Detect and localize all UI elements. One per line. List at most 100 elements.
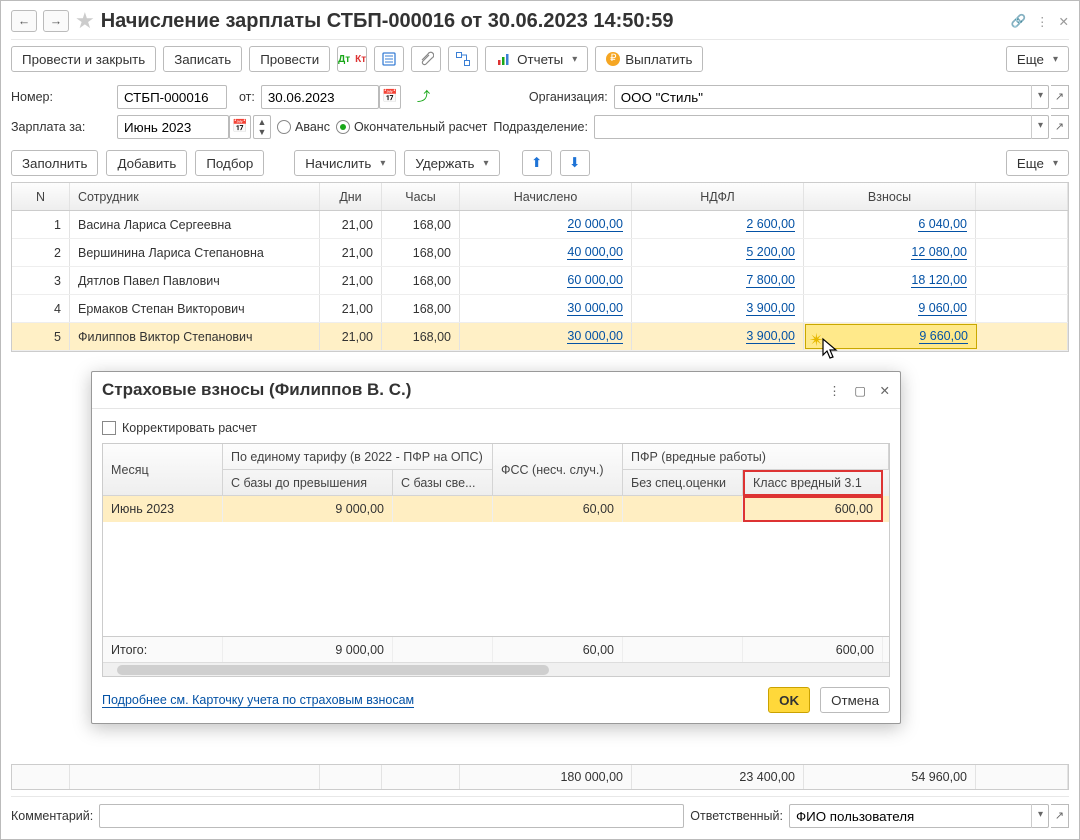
insurance-popup: Страховые взносы (Филиппов В. С.) ⋮ ▢ ✕ … — [91, 371, 901, 724]
ok-button[interactable]: OK — [768, 687, 810, 713]
table-more-dropdown[interactable]: Еще — [1006, 150, 1069, 176]
cell-base2 — [393, 496, 493, 522]
period-stepper[interactable]: ▲▼ — [253, 115, 271, 139]
responsible-open-button[interactable]: ↗ — [1051, 804, 1069, 828]
popup-separator — [92, 408, 900, 409]
registers-icon[interactable] — [374, 46, 404, 72]
dept-label: Подразделение: — [493, 120, 588, 134]
fill-button[interactable]: Заполнить — [11, 150, 98, 176]
reports-dropdown[interactable]: Отчеты — [485, 46, 588, 72]
cancel-button[interactable]: Отмена — [820, 687, 890, 713]
popup-scrollbar[interactable] — [103, 662, 889, 676]
insurance-row[interactable]: Июнь 2023 9 000,00 60,00 600,00 — [103, 496, 889, 522]
total-accrued: 180 000,00 — [460, 765, 632, 789]
ih-base1[interactable]: С базы до превышения — [223, 470, 393, 496]
more-dropdown[interactable]: Еще — [1006, 46, 1069, 72]
insurance-footer: Итого: 9 000,00 60,00 600,00 — [103, 636, 889, 662]
related-icon[interactable] — [448, 46, 478, 72]
ih-uniform[interactable]: По единому тарифу (в 2022 - ПФР на ОПС) — [223, 444, 493, 470]
org-open-button[interactable]: ↗ — [1051, 85, 1069, 109]
withhold-dropdown[interactable]: Удержать — [404, 150, 499, 176]
move-up-button[interactable]: ⬆ — [522, 150, 552, 176]
post-button[interactable]: Провести — [249, 46, 330, 72]
ih-pfr-a[interactable]: Без спец.оценки — [623, 470, 743, 496]
ih-pfr[interactable]: ПФР (вредные работы) — [623, 444, 889, 470]
number-field[interactable] — [117, 85, 227, 109]
form-fields: Номер: от: 📅 ⤴ Организация: ▾ ↗ Зарплата… — [11, 82, 1069, 142]
table-row[interactable]: 1Васина Лариса Сергеевна21,00168,0020 00… — [12, 211, 1068, 239]
responsible-dropdown-handle[interactable]: ▾ — [1031, 804, 1049, 828]
separator — [11, 39, 1069, 40]
col-hours[interactable]: Часы — [382, 183, 460, 210]
accrue-dropdown[interactable]: Начислить — [294, 150, 396, 176]
col-employee[interactable]: Сотрудник — [70, 183, 320, 210]
cell-pfr-a — [623, 496, 743, 522]
table-row[interactable]: 4Ермаков Степан Викторович21,00168,0030 … — [12, 295, 1068, 323]
popup-title: Страховые взносы (Филиппов В. С.) — [102, 380, 818, 400]
dept-dropdown-handle[interactable]: ▾ — [1031, 115, 1049, 139]
table-row[interactable]: 2Вершинина Лариса Степановна21,00168,004… — [12, 239, 1068, 267]
total-fees: 54 960,00 — [804, 765, 976, 789]
ih-month[interactable]: Месяц — [103, 444, 223, 496]
responsible-field[interactable] — [789, 804, 1049, 828]
popup-maximize-icon[interactable]: ▢ — [854, 384, 866, 398]
page-title: Начисление зарплаты СТБП-000016 от 30.06… — [101, 10, 1005, 33]
correct-label: Корректировать расчет — [122, 421, 257, 435]
responsible-label: Ответственный: — [690, 809, 783, 823]
ih-base2[interactable]: С базы све... — [393, 470, 493, 496]
radio-advance[interactable]: Аванс — [277, 120, 330, 134]
ih-fss[interactable]: ФСС (несч. случ.) — [493, 444, 623, 496]
table-row[interactable]: 3Дятлов Павел Павлович21,00168,0060 000,… — [12, 267, 1068, 295]
add-button[interactable]: Добавить — [106, 150, 187, 176]
table-toolbar: Заполнить Добавить Подбор Начислить Удер… — [11, 150, 1069, 176]
details-link[interactable]: Подробнее см. Карточку учета по страховы… — [102, 693, 414, 708]
popup-close-icon[interactable]: ✕ — [880, 384, 890, 398]
table-body: 1Васина Лариса Сергеевна21,00168,0020 00… — [12, 211, 1068, 351]
close-icon[interactable]: ✕ — [1059, 14, 1069, 29]
nav-forward-button[interactable]: → — [43, 10, 69, 32]
table-row[interactable]: 5Филиппов Виктор Степанович21,00168,0030… — [12, 323, 1068, 351]
from-label: от: — [239, 90, 255, 104]
cell-pfr-b: 600,00 — [743, 496, 883, 522]
favorite-icon[interactable]: ★ — [75, 8, 95, 34]
comment-field[interactable] — [99, 804, 684, 828]
pay-button[interactable]: ₽ Выплатить — [595, 46, 703, 72]
link-icon[interactable]: 🔗 — [1010, 14, 1026, 29]
col-ndfl[interactable]: НДФЛ — [632, 183, 804, 210]
foot-pfr-b: 600,00 — [743, 637, 883, 662]
salary-for-field[interactable] — [117, 115, 229, 139]
date-field[interactable] — [261, 85, 379, 109]
main-window: ← → ★ Начисление зарплаты СТБП-000016 от… — [0, 0, 1080, 840]
org-field[interactable] — [614, 85, 1049, 109]
col-accrued[interactable]: Начислено — [460, 183, 632, 210]
cell-month: Июнь 2023 — [103, 496, 223, 522]
foot-label: Итого: — [103, 637, 223, 662]
post-and-close-button[interactable]: Провести и закрыть — [11, 46, 156, 72]
titlebar: ← → ★ Начисление зарплаты СТБП-000016 от… — [11, 7, 1069, 35]
dept-field[interactable] — [594, 115, 1049, 139]
attach-icon[interactable] — [411, 46, 441, 72]
pick-button[interactable]: Подбор — [195, 150, 264, 176]
move-down-button[interactable]: ⬇ — [560, 150, 590, 176]
nav-back-button[interactable]: ← — [11, 10, 37, 32]
dtkt-icon[interactable]: ДтКт — [337, 46, 367, 72]
radio-final[interactable]: Окончательный расчет — [336, 120, 487, 134]
col-n[interactable]: N — [12, 183, 70, 210]
date-calendar-button[interactable]: 📅 — [379, 85, 401, 109]
kebab-icon[interactable]: ⋮ — [1036, 14, 1049, 29]
org-dropdown-handle[interactable]: ▾ — [1031, 85, 1049, 109]
ih-pfr-b[interactable]: Класс вредный 3.1 — [743, 470, 883, 496]
employees-table: N Сотрудник Дни Часы Начислено НДФЛ Взно… — [11, 182, 1069, 352]
save-button[interactable]: Записать — [163, 46, 242, 72]
popup-kebab-icon[interactable]: ⋮ — [828, 384, 841, 398]
col-days[interactable]: Дни — [320, 183, 382, 210]
main-totals: 180 000,00 23 400,00 54 960,00 — [11, 764, 1069, 790]
correct-checkbox[interactable] — [102, 421, 116, 435]
period-calendar-button[interactable]: 📅 — [229, 115, 251, 139]
foot-base1: 9 000,00 — [223, 637, 393, 662]
comment-label: Комментарий: — [11, 809, 93, 823]
dept-open-button[interactable]: ↗ — [1051, 115, 1069, 139]
main-toolbar: Провести и закрыть Записать Провести ДтК… — [11, 46, 1069, 72]
date-apply-icon[interactable]: ⤴ — [411, 85, 433, 109]
col-fees[interactable]: Взносы — [804, 183, 976, 210]
